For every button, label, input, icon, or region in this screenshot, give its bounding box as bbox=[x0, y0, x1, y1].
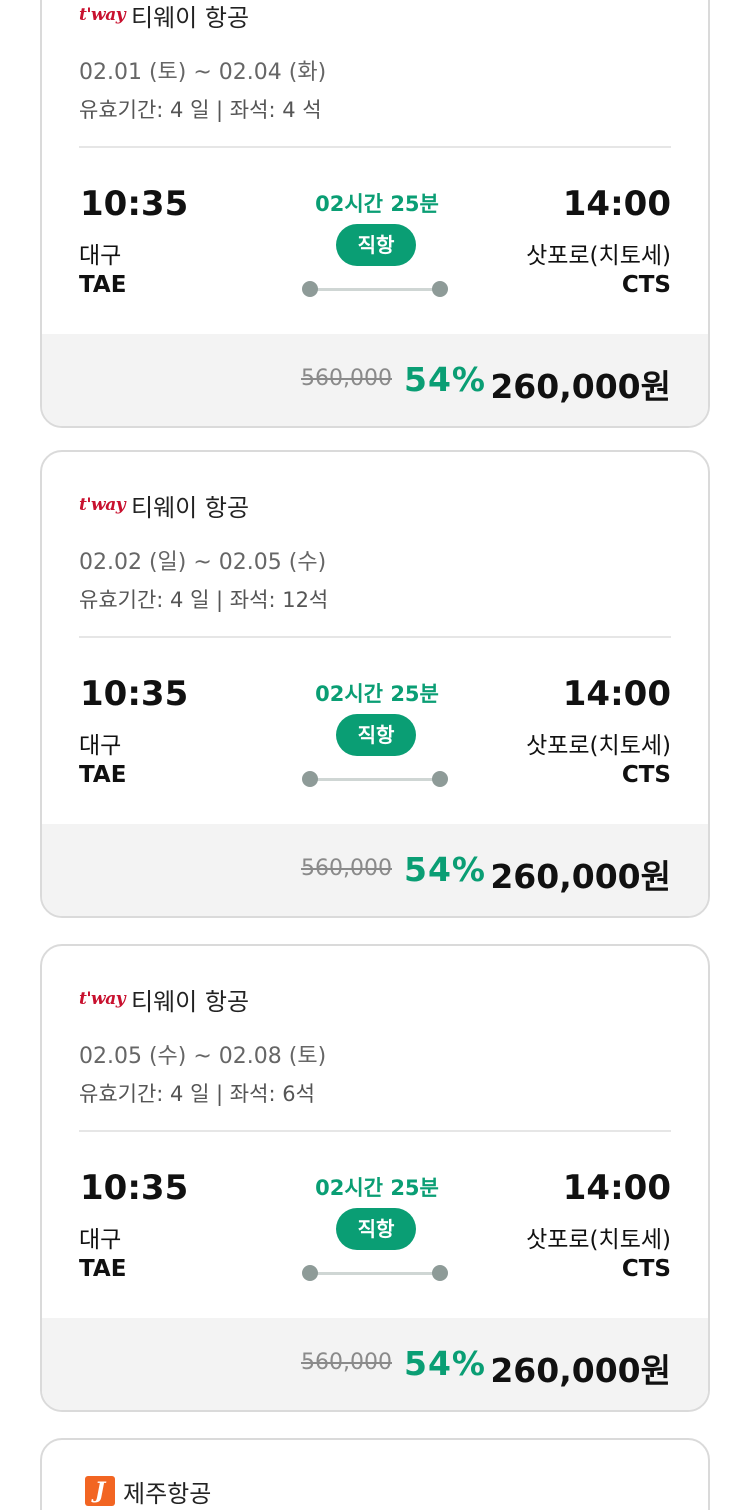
departure-city: 대구 bbox=[79, 243, 122, 269]
departure-time: 10:35 bbox=[80, 674, 189, 714]
sale-price: 260,000원 bbox=[490, 367, 671, 406]
route-line bbox=[310, 778, 442, 781]
arrival-code: CTS bbox=[621, 272, 671, 298]
jeju-air-logo-icon: J bbox=[85, 1476, 115, 1506]
airline-row: t'way 티웨이 항공 bbox=[79, 492, 249, 522]
validity-seats: 유효기간: 4 일 | 좌석: 4 석 bbox=[79, 98, 322, 122]
airline-name: 티웨이 항공 bbox=[131, 987, 250, 1016]
discount-rate: 54% bbox=[404, 1344, 486, 1383]
sale-price: 260,000원 bbox=[490, 857, 671, 896]
original-price: 560,000 bbox=[301, 366, 392, 391]
validity-seats: 유효기간: 4 일 | 좌석: 6석 bbox=[79, 1082, 315, 1106]
departure-time: 10:35 bbox=[80, 184, 189, 224]
arrival-code: CTS bbox=[621, 1256, 671, 1282]
price-bar: 560,000 54% 260,000원 bbox=[42, 1318, 708, 1410]
route-line bbox=[310, 1272, 442, 1275]
departure-code: TAE bbox=[79, 272, 127, 298]
flight-duration: 02시간 25분 bbox=[315, 1176, 439, 1200]
original-price: 560,000 bbox=[301, 1350, 392, 1375]
original-price: 560,000 bbox=[301, 856, 392, 881]
departure-city: 대구 bbox=[79, 1227, 122, 1253]
arrival-city: 삿포로(치토세) bbox=[526, 1227, 671, 1253]
travel-dates: 02.05 (수) ~ 02.08 (토) bbox=[79, 1044, 327, 1069]
flight-card[interactable]: J 제주항공 bbox=[40, 1438, 710, 1510]
route-end-dot bbox=[432, 1265, 448, 1281]
route-end-dot bbox=[432, 771, 448, 787]
direct-badge: 직항 bbox=[336, 714, 416, 756]
arrival-time: 14:00 bbox=[562, 674, 671, 714]
travel-dates: 02.01 (토) ~ 02.04 (화) bbox=[79, 60, 327, 85]
sale-price: 260,000원 bbox=[490, 1351, 671, 1390]
validity-seats: 유효기간: 4 일 | 좌석: 12석 bbox=[79, 588, 329, 612]
tway-logo-icon: t'way bbox=[79, 495, 126, 515]
route-start-dot bbox=[302, 771, 318, 787]
flight-card[interactable]: t'way 티웨이 항공 02.01 (토) ~ 02.04 (화) 유효기간:… bbox=[40, 0, 710, 428]
travel-dates: 02.02 (일) ~ 02.05 (수) bbox=[79, 550, 327, 575]
airline-row: t'way 티웨이 항공 bbox=[79, 2, 249, 32]
arrival-code: CTS bbox=[621, 762, 671, 788]
price-bar: 560,000 54% 260,000원 bbox=[42, 824, 708, 916]
airline-name: 티웨이 항공 bbox=[131, 493, 250, 522]
airline-name: 제주항공 bbox=[123, 1479, 212, 1508]
route-start-dot bbox=[302, 1265, 318, 1281]
tway-logo-icon: t'way bbox=[79, 989, 126, 1009]
arrival-time: 14:00 bbox=[562, 184, 671, 224]
flight-duration: 02시간 25분 bbox=[315, 192, 439, 216]
departure-city: 대구 bbox=[79, 733, 122, 759]
divider bbox=[79, 146, 671, 148]
departure-code: TAE bbox=[79, 1256, 127, 1282]
airline-name: 티웨이 항공 bbox=[131, 3, 250, 32]
direct-badge: 직항 bbox=[336, 1208, 416, 1250]
discount-rate: 54% bbox=[404, 360, 486, 399]
departure-code: TAE bbox=[79, 762, 127, 788]
route-start-dot bbox=[302, 281, 318, 297]
direct-badge: 직항 bbox=[336, 224, 416, 266]
airline-row: J 제주항공 bbox=[79, 1476, 211, 1508]
flight-duration: 02시간 25분 bbox=[315, 682, 439, 706]
flight-card[interactable]: t'way 티웨이 항공 02.05 (수) ~ 02.08 (토) 유효기간:… bbox=[40, 944, 710, 1412]
price-bar: 560,000 54% 260,000원 bbox=[42, 334, 708, 426]
divider bbox=[79, 636, 671, 638]
departure-time: 10:35 bbox=[80, 1168, 189, 1208]
arrival-time: 14:00 bbox=[562, 1168, 671, 1208]
flight-card[interactable]: t'way 티웨이 항공 02.02 (일) ~ 02.05 (수) 유효기간:… bbox=[40, 450, 710, 918]
arrival-city: 삿포로(치토세) bbox=[526, 243, 671, 269]
tway-logo-icon: t'way bbox=[79, 5, 126, 25]
airline-row: t'way 티웨이 항공 bbox=[79, 986, 249, 1016]
route-end-dot bbox=[432, 281, 448, 297]
arrival-city: 삿포로(치토세) bbox=[526, 733, 671, 759]
route-line bbox=[310, 288, 442, 291]
divider bbox=[79, 1130, 671, 1132]
discount-rate: 54% bbox=[404, 850, 486, 889]
